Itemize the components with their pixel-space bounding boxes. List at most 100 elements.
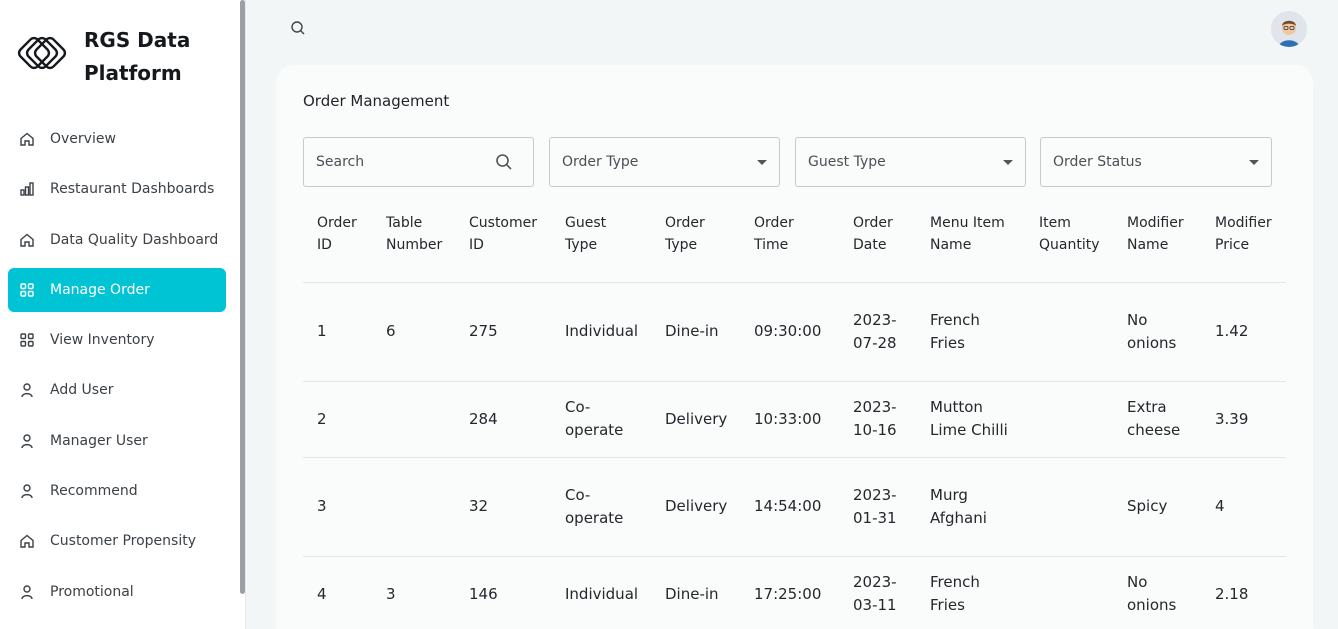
- brand-name-line1: RGS Data: [84, 28, 191, 52]
- cell-modifier-name: Extra cheese: [1113, 381, 1201, 458]
- column-header-item-quantity[interactable]: Item Quantity: [1025, 205, 1113, 283]
- table-header-row: Order ID Table Number Customer ID Guest Type…: [303, 205, 1286, 283]
- table-row[interactable]: 4 3 146 Individual Dine-in 17:25:00 2023…: [303, 556, 1286, 629]
- table-row[interactable]: 3 32 Co-operate Delivery 14:54:00 2023- 0…: [303, 457, 1286, 557]
- chevron-down-icon: [1003, 160, 1013, 165]
- cell-order-id: 4: [303, 556, 372, 629]
- sidebar-item-manage-order[interactable]: Manage Order: [8, 267, 226, 312]
- cell-order-id: 1: [303, 282, 372, 382]
- sidebar-item-promotional[interactable]: Promotional: [8, 570, 226, 614]
- table-row[interactable]: 2 284 Co-operate Delivery 10:33:00 2023-…: [303, 381, 1286, 458]
- order-type-select[interactable]: Order Type: [549, 137, 780, 187]
- cell-menu-item-name: French Fries: [916, 556, 1025, 629]
- user-icon: [18, 381, 36, 399]
- cell-table-number: 3: [372, 556, 455, 629]
- sidebar-item-manager-user[interactable]: Manager User: [8, 419, 226, 463]
- cell-order-date: 2023- 01-31: [839, 457, 916, 557]
- logo-icon: [17, 36, 67, 70]
- chevron-down-icon: [757, 160, 767, 165]
- bar-chart-icon: [18, 180, 36, 198]
- cell-order-date: 2023- 07-28: [839, 282, 916, 382]
- column-header-modifier-price[interactable]: Modifier Price: [1201, 205, 1286, 283]
- order-type-select-label: Order Type: [562, 154, 639, 170]
- cell-menu-item-name: Murg Afghani: [916, 457, 1025, 557]
- sidebar-item-label: Promotional: [50, 583, 134, 600]
- avatar[interactable]: [1271, 11, 1307, 47]
- sidebar: RGS Data Platform Overview Restaurant Da…: [0, 0, 246, 629]
- cell-menu-item-name: Mutton Lime Chilli: [916, 381, 1025, 458]
- cell-order-date: 2023- 10-16: [839, 381, 916, 458]
- cell-modifier-name: No onions: [1113, 556, 1201, 629]
- column-header-order-type[interactable]: Order Type: [651, 205, 740, 283]
- sidebar-item-overview[interactable]: Overview: [8, 117, 226, 161]
- cell-modifier-price: 1.42: [1201, 282, 1286, 382]
- order-status-select-label: Order Status: [1053, 154, 1142, 170]
- cell-table-number: 6: [372, 282, 455, 382]
- cell-guest-type: Individual: [551, 282, 651, 382]
- column-header-order-id[interactable]: Order ID: [303, 205, 372, 283]
- home-icon: [18, 532, 36, 550]
- cell-guest-type: Individual: [551, 556, 651, 629]
- column-header-order-time[interactable]: Order Time: [740, 205, 839, 283]
- cell-order-time: 17:25:00: [740, 556, 839, 629]
- table-row[interactable]: 1 6 275 Individual Dine-in 09:30:00 2023…: [303, 282, 1286, 382]
- cell-order-type: Dine-in: [651, 556, 740, 629]
- page-title: Order Management: [303, 92, 450, 110]
- search-icon[interactable]: [290, 20, 306, 36]
- sidebar-item-label: Recommend: [50, 483, 138, 500]
- cell-item-quantity: [1025, 556, 1113, 629]
- order-management-card: Order Management Search Order Type Guest…: [276, 65, 1313, 629]
- cell-order-time: 14:54:00: [740, 457, 839, 557]
- cell-order-time: 10:33:00: [740, 381, 839, 458]
- cell-modifier-name: No onions: [1113, 282, 1201, 382]
- cell-guest-type: Co-operate: [551, 381, 651, 458]
- cell-customer-id: 32: [455, 457, 551, 557]
- search-input-placeholder: Search: [316, 154, 365, 170]
- sidebar-item-data-quality-dashboard[interactable]: Data Quality Dashboard: [8, 218, 226, 262]
- cell-item-quantity: [1025, 381, 1113, 458]
- sidebar-item-recommend[interactable]: Recommend: [8, 469, 226, 513]
- user-avatar-icon: [1271, 11, 1307, 47]
- cell-guest-type: Co-operate: [551, 457, 651, 557]
- sidebar-item-label: Customer Propensity: [50, 533, 196, 550]
- cell-table-number: [372, 381, 455, 458]
- sidebar-item-label: View Inventory: [50, 332, 155, 349]
- column-header-menu-item-name[interactable]: Menu Item Name: [916, 205, 1025, 283]
- cell-modifier-name: Spicy: [1113, 457, 1201, 557]
- sidebar-nav: Overview Restaurant Dashboards Data Qual…: [8, 117, 226, 620]
- cell-modifier-price: 2.18: [1201, 556, 1286, 629]
- search-icon[interactable]: [495, 153, 513, 171]
- column-header-order-date[interactable]: Order Date: [839, 205, 916, 283]
- cell-order-id: 3: [303, 457, 372, 557]
- column-header-table-number[interactable]: Table Number: [372, 205, 455, 283]
- column-header-guest-type[interactable]: Guest Type: [551, 205, 651, 283]
- brand-name: RGS Data Platform: [84, 24, 204, 90]
- search-input[interactable]: Search: [303, 137, 534, 187]
- cell-order-date: 2023- 03-11: [839, 556, 916, 629]
- cell-order-time: 09:30:00: [740, 282, 839, 382]
- home-icon: [18, 231, 36, 249]
- sidebar-item-label: Overview: [50, 131, 116, 147]
- grid-icon: [18, 281, 36, 299]
- cell-menu-item-name: French Fries: [916, 282, 1025, 382]
- chevron-down-icon: [1249, 160, 1259, 165]
- column-header-modifier-name[interactable]: Modifier Name: [1113, 205, 1201, 283]
- column-header-customer-id[interactable]: Customer ID: [455, 205, 551, 283]
- sidebar-item-customer-propensity[interactable]: Customer Propensity: [8, 519, 226, 563]
- sidebar-item-view-inventory[interactable]: View Inventory: [8, 318, 226, 362]
- brand[interactable]: RGS Data Platform: [16, 24, 204, 90]
- cell-order-type: Delivery: [651, 457, 740, 557]
- brand-name-line2: Platform: [84, 61, 182, 85]
- cell-customer-id: 275: [455, 282, 551, 382]
- cell-customer-id: 146: [455, 556, 551, 629]
- sidebar-scrollbar[interactable]: [240, 0, 245, 594]
- sidebar-item-restaurant-dashboards[interactable]: Restaurant Dashboards: [8, 167, 226, 211]
- guest-type-select[interactable]: Guest Type: [795, 137, 1026, 187]
- sidebar-item-label: Manage Order: [50, 281, 150, 298]
- cell-modifier-price: 3.39: [1201, 381, 1286, 458]
- cell-item-quantity: [1025, 457, 1113, 557]
- cell-item-quantity: [1025, 282, 1113, 382]
- sidebar-item-add-user[interactable]: Add User: [8, 368, 226, 412]
- order-status-select[interactable]: Order Status: [1040, 137, 1272, 187]
- cell-order-type: Dine-in: [651, 282, 740, 382]
